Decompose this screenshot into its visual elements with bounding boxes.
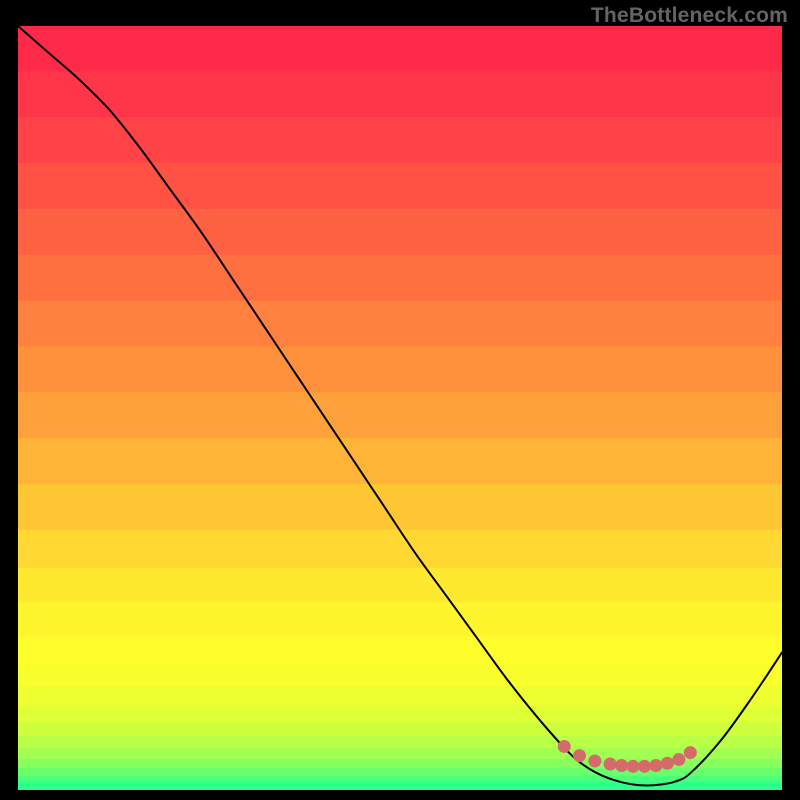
chart-frame: TheBottleneck.com (0, 0, 800, 800)
highlight-dot (573, 749, 586, 762)
highlight-dot (649, 759, 662, 772)
watermark-label: TheBottleneck.com (591, 4, 788, 28)
plot-area (18, 26, 782, 790)
curve-layer (18, 26, 782, 790)
highlight-dot (638, 760, 651, 773)
highlight-dot (558, 740, 571, 753)
highlight-dot (684, 746, 697, 759)
highlight-dot (672, 753, 685, 766)
highlight-dot (604, 758, 617, 771)
highlight-dot (615, 759, 628, 772)
highlight-dot (588, 754, 601, 767)
highlight-dot (661, 757, 674, 770)
highlight-dot (627, 760, 640, 773)
bottleneck-curve (18, 26, 782, 785)
